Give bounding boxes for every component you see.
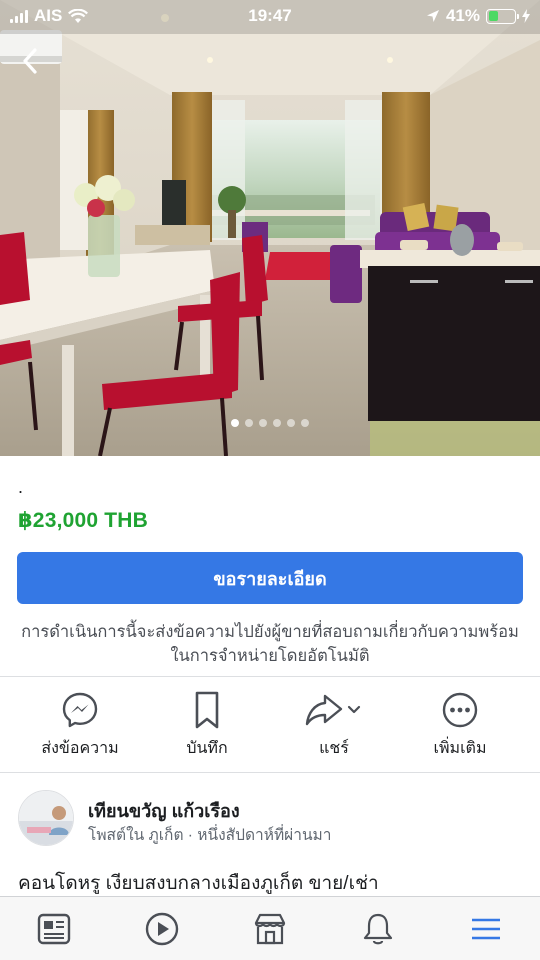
marketplace-icon bbox=[254, 913, 286, 945]
battery-icon bbox=[486, 8, 519, 24]
seller-profile-photo bbox=[19, 791, 73, 845]
seller-row[interactable]: เทียนขวัญ แก้วเรือง โพสต์ใน ภูเก็ต · หนึ… bbox=[0, 788, 540, 852]
tab-news-feed[interactable] bbox=[0, 897, 108, 960]
condo-interior-photo bbox=[0, 0, 540, 456]
carousel-dot[interactable] bbox=[259, 419, 267, 427]
message-button[interactable]: ส่งข้อความ bbox=[20, 688, 140, 770]
chevron-left-icon bbox=[23, 48, 37, 74]
auto-message-note: การดำเนินการนี้จะส่งข้อความไปยังผู้ขายที… bbox=[21, 623, 519, 665]
notifications-icon bbox=[363, 913, 393, 945]
photo-carousel-indicator[interactable] bbox=[0, 419, 540, 427]
share-label: แชร์ bbox=[319, 740, 349, 757]
tab-notifications[interactable] bbox=[324, 897, 432, 960]
post-meta: โพสต์ใน ภูเก็ต · หนึ่งสัปดาห์ที่ผ่านมา bbox=[88, 827, 332, 844]
back-button[interactable] bbox=[14, 44, 46, 78]
location-arrow-icon bbox=[426, 10, 439, 22]
tab-menu[interactable] bbox=[432, 897, 540, 960]
listing-price: ฿23,000 THB bbox=[18, 509, 149, 532]
menu-icon bbox=[472, 918, 500, 940]
save-label: บันทึก bbox=[186, 740, 228, 757]
seller-name[interactable]: เทียนขวัญ แก้วเรือง bbox=[88, 796, 240, 825]
share-button[interactable]: แชร์ bbox=[274, 688, 394, 770]
listing-photo[interactable]: AIS 19:47 41% bbox=[0, 0, 540, 456]
carousel-dot[interactable] bbox=[287, 419, 295, 427]
bottom-tab-bar bbox=[0, 896, 540, 960]
tab-marketplace[interactable] bbox=[216, 897, 324, 960]
request-details-button[interactable]: ขอรายละเอียด bbox=[17, 552, 523, 604]
listing-title: . bbox=[18, 477, 24, 497]
messenger-icon bbox=[62, 692, 98, 728]
tab-video[interactable] bbox=[108, 897, 216, 960]
carousel-dot[interactable] bbox=[245, 419, 253, 427]
battery-level bbox=[488, 11, 499, 21]
seller-avatar[interactable] bbox=[18, 790, 74, 846]
more-button[interactable]: เพิ่มเติม bbox=[400, 688, 520, 770]
carousel-dot[interactable] bbox=[273, 419, 281, 427]
video-icon bbox=[145, 912, 179, 946]
message-label: ส่งข้อความ bbox=[41, 740, 119, 757]
divider bbox=[0, 676, 540, 677]
carousel-dot[interactable] bbox=[231, 419, 239, 427]
bookmark-icon bbox=[195, 691, 219, 729]
charging-bolt-icon bbox=[522, 9, 530, 23]
news-feed-icon bbox=[37, 913, 71, 945]
divider bbox=[0, 772, 540, 773]
battery-percent: 41% bbox=[445, 6, 480, 25]
carousel-dot[interactable] bbox=[301, 419, 309, 427]
save-button[interactable]: บันทึก bbox=[147, 688, 267, 770]
status-bar: AIS 19:47 41% bbox=[0, 0, 540, 32]
share-icon bbox=[305, 694, 361, 726]
action-row: ส่งข้อความ บันทึก แชร์ เพิ่มเติม bbox=[0, 688, 540, 770]
more-label: เพิ่มเติม bbox=[433, 740, 487, 757]
more-icon bbox=[442, 692, 478, 728]
listing-description: คอนโดหรู เงียบสงบกลางเมืองภูเก็ต ขาย/เช่… bbox=[18, 873, 379, 894]
chevron-down-icon bbox=[347, 705, 361, 714]
